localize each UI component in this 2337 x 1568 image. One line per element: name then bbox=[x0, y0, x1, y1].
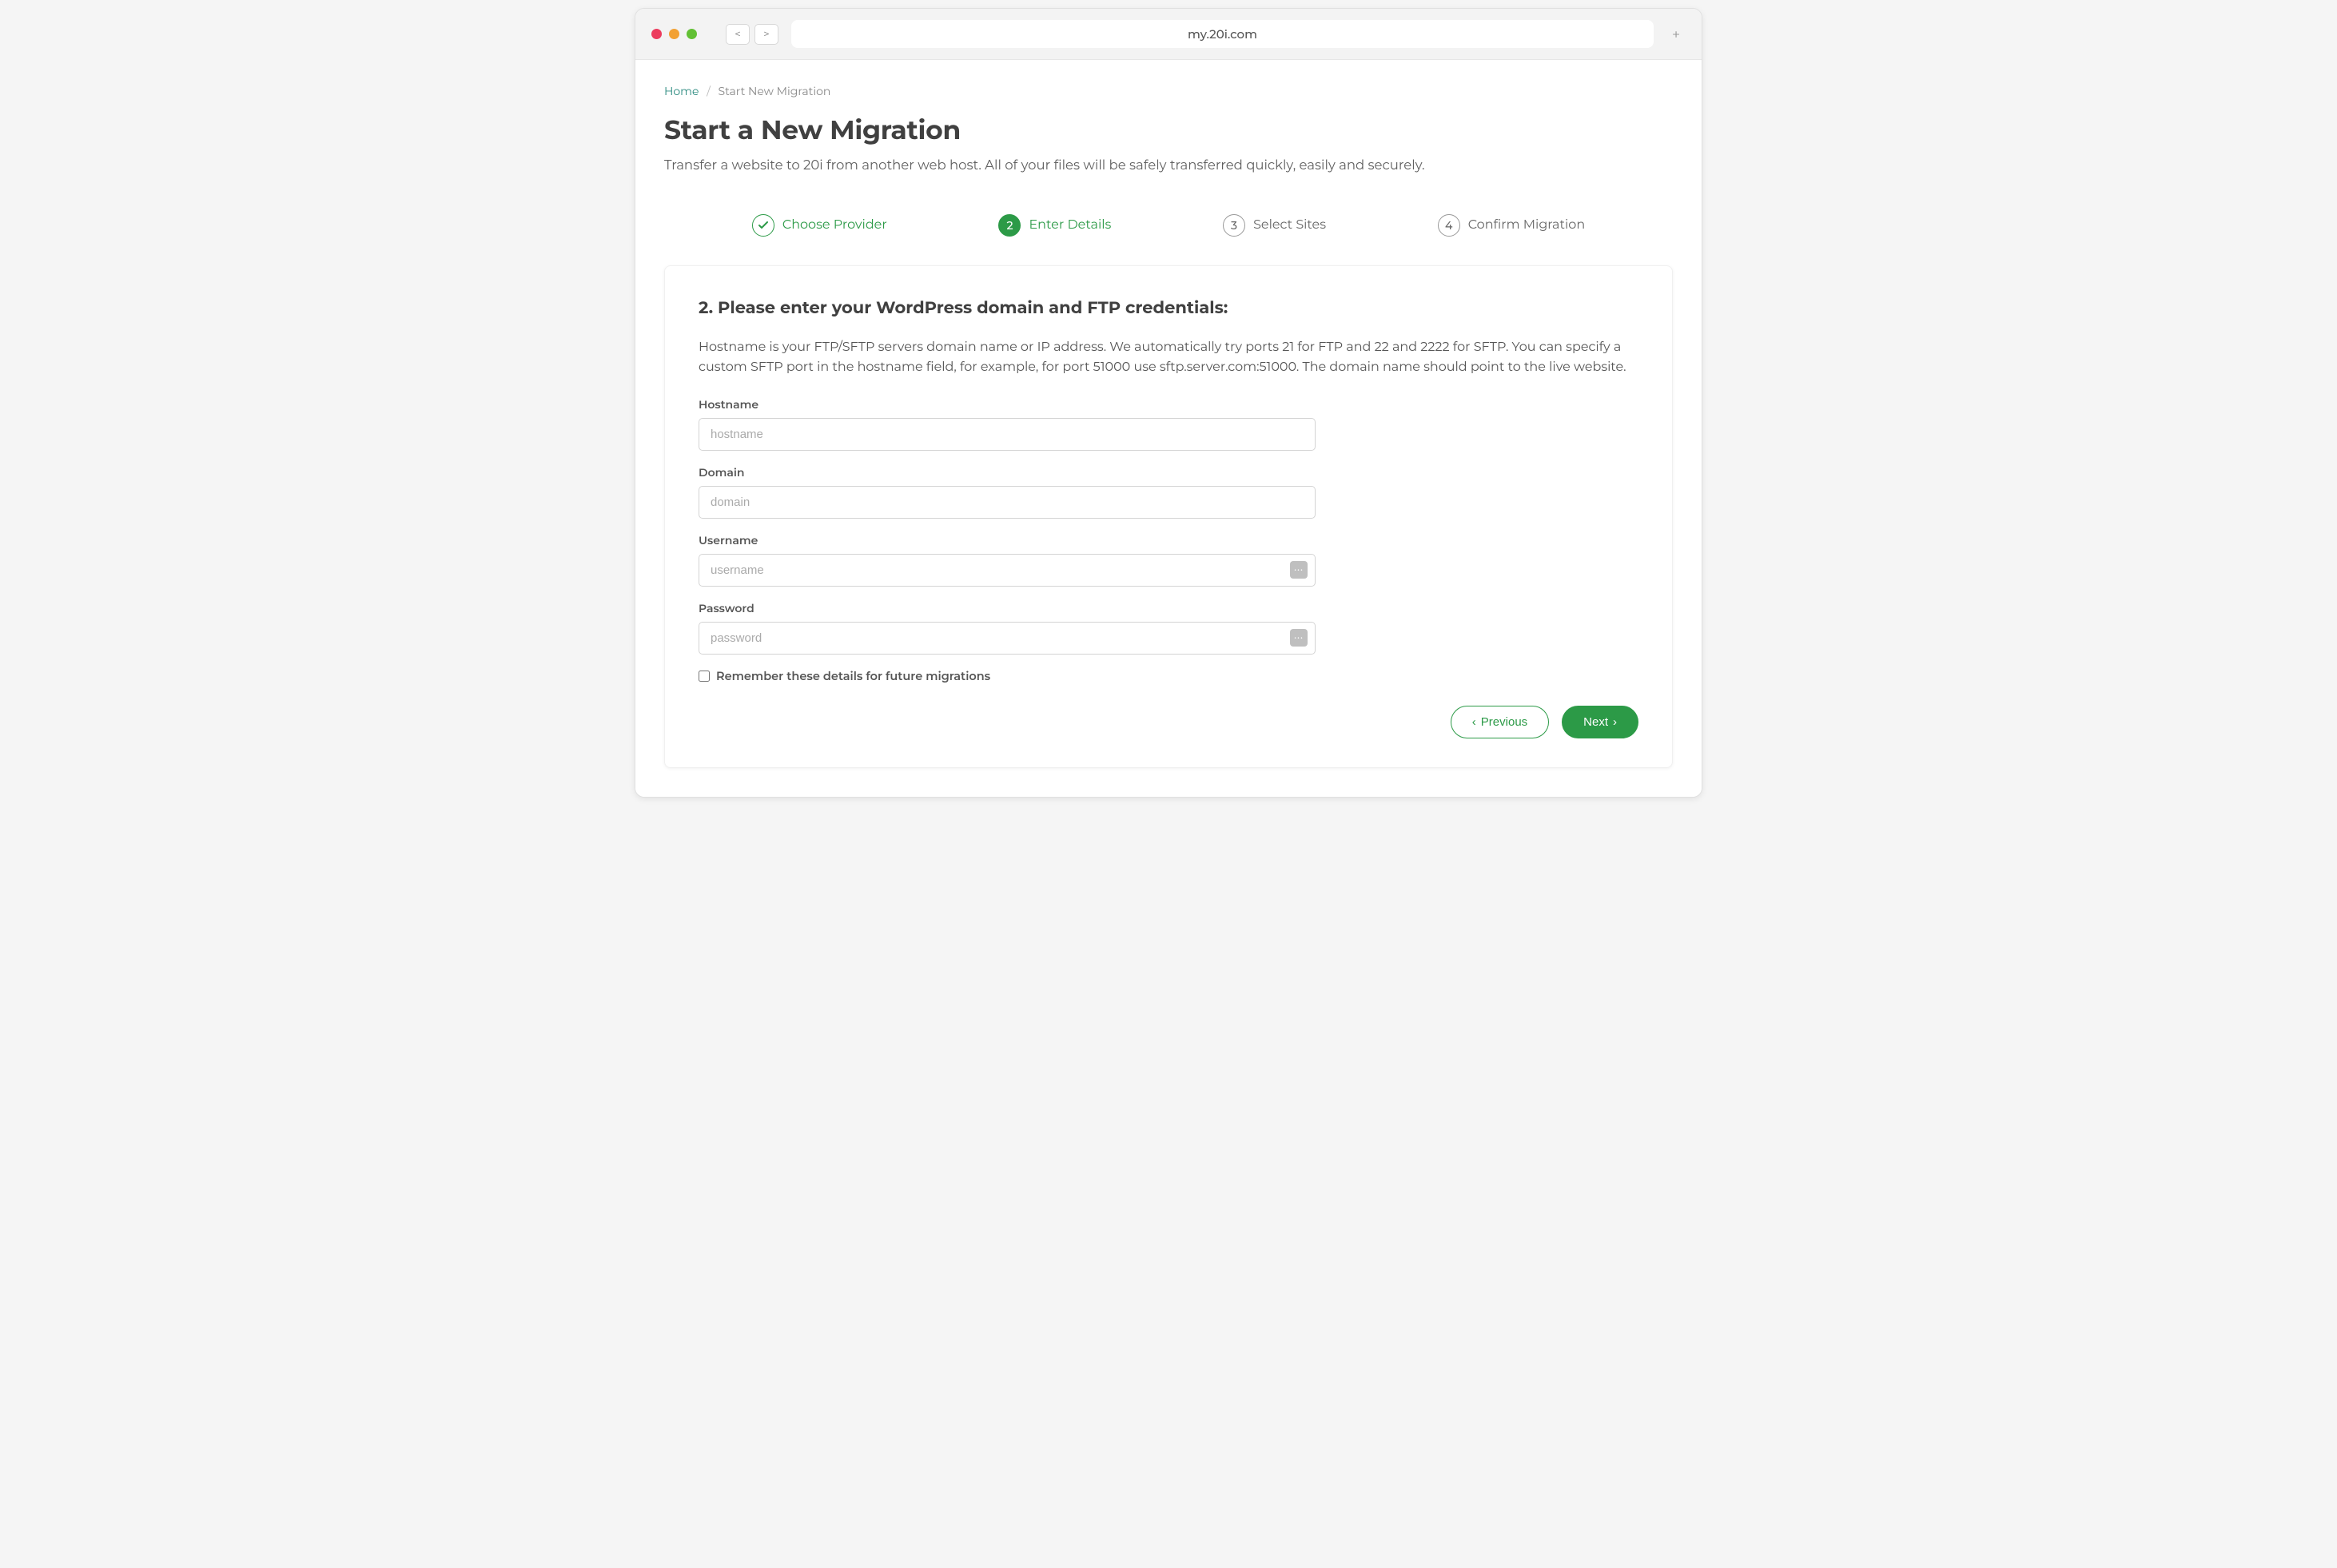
breadcrumb: Home / Start New Migration bbox=[664, 84, 1673, 98]
form-actions: ‹ Previous Next › bbox=[699, 706, 1638, 738]
step-enter-details[interactable]: 2 Enter Details bbox=[998, 214, 1111, 237]
step-number-icon: 3 bbox=[1223, 214, 1245, 237]
card-description: Hostname is your FTP/SFTP servers domain… bbox=[699, 337, 1638, 378]
step-confirm-migration[interactable]: 4 Confirm Migration bbox=[1438, 214, 1585, 237]
traffic-lights bbox=[651, 29, 697, 39]
breadcrumb-home-link[interactable]: Home bbox=[664, 84, 699, 98]
step-label: Choose Provider bbox=[782, 217, 887, 233]
previous-button-label: Previous bbox=[1481, 715, 1527, 729]
remember-checkbox[interactable] bbox=[699, 671, 710, 682]
window-maximize-icon[interactable] bbox=[687, 29, 697, 39]
autofill-icon[interactable]: ••• bbox=[1290, 561, 1308, 579]
step-number-icon: 4 bbox=[1438, 214, 1460, 237]
step-indicator: Choose Provider 2 Enter Details 3 Select… bbox=[664, 205, 1673, 246]
password-label: Password bbox=[699, 601, 1316, 615]
browser-nav-buttons: < > bbox=[726, 24, 778, 45]
step-label: Select Sites bbox=[1253, 217, 1326, 233]
step-choose-provider[interactable]: Choose Provider bbox=[752, 214, 887, 237]
card-title: 2. Please enter your WordPress domain an… bbox=[699, 298, 1638, 318]
browser-frame: < > my.20i.com + Home / Start New Migrat… bbox=[635, 8, 1702, 798]
page-subtitle: Transfer a website to 20i from another w… bbox=[664, 156, 1673, 176]
check-icon bbox=[752, 214, 774, 237]
next-button-label: Next bbox=[1583, 715, 1608, 729]
domain-input[interactable] bbox=[699, 486, 1316, 519]
breadcrumb-current: Start New Migration bbox=[719, 84, 831, 98]
autofill-icon[interactable]: ••• bbox=[1290, 629, 1308, 647]
previous-button[interactable]: ‹ Previous bbox=[1451, 706, 1549, 738]
username-label: Username bbox=[699, 533, 1316, 547]
hostname-input[interactable] bbox=[699, 418, 1316, 451]
new-tab-button[interactable]: + bbox=[1666, 25, 1686, 44]
password-field-group: Password ••• bbox=[699, 601, 1316, 655]
domain-label: Domain bbox=[699, 465, 1316, 480]
next-button[interactable]: Next › bbox=[1562, 706, 1638, 738]
url-bar[interactable]: my.20i.com bbox=[791, 20, 1654, 48]
browser-toolbar: < > my.20i.com + bbox=[635, 9, 1702, 60]
page-title: Start a New Migration bbox=[664, 114, 1673, 146]
step-number-icon: 2 bbox=[998, 214, 1021, 237]
window-minimize-icon[interactable] bbox=[669, 29, 679, 39]
step-select-sites[interactable]: 3 Select Sites bbox=[1223, 214, 1326, 237]
back-button[interactable]: < bbox=[726, 24, 750, 45]
remember-label[interactable]: Remember these details for future migrat… bbox=[716, 669, 990, 683]
step-label: Enter Details bbox=[1029, 217, 1111, 233]
hostname-label: Hostname bbox=[699, 397, 1316, 412]
step-label: Confirm Migration bbox=[1468, 217, 1585, 233]
chevron-right-icon: › bbox=[1613, 715, 1617, 729]
username-input[interactable] bbox=[699, 554, 1316, 587]
window-close-icon[interactable] bbox=[651, 29, 662, 39]
breadcrumb-separator: / bbox=[707, 84, 711, 98]
username-field-group: Username ••• bbox=[699, 533, 1316, 587]
forward-button[interactable]: > bbox=[754, 24, 778, 45]
form-card: 2. Please enter your WordPress domain an… bbox=[664, 265, 1673, 768]
hostname-field-group: Hostname bbox=[699, 397, 1316, 451]
page-content: Home / Start New Migration Start a New M… bbox=[635, 60, 1702, 797]
password-input[interactable] bbox=[699, 622, 1316, 655]
domain-field-group: Domain bbox=[699, 465, 1316, 519]
chevron-left-icon: ‹ bbox=[1472, 715, 1476, 729]
remember-checkbox-group: Remember these details for future migrat… bbox=[699, 669, 1638, 683]
